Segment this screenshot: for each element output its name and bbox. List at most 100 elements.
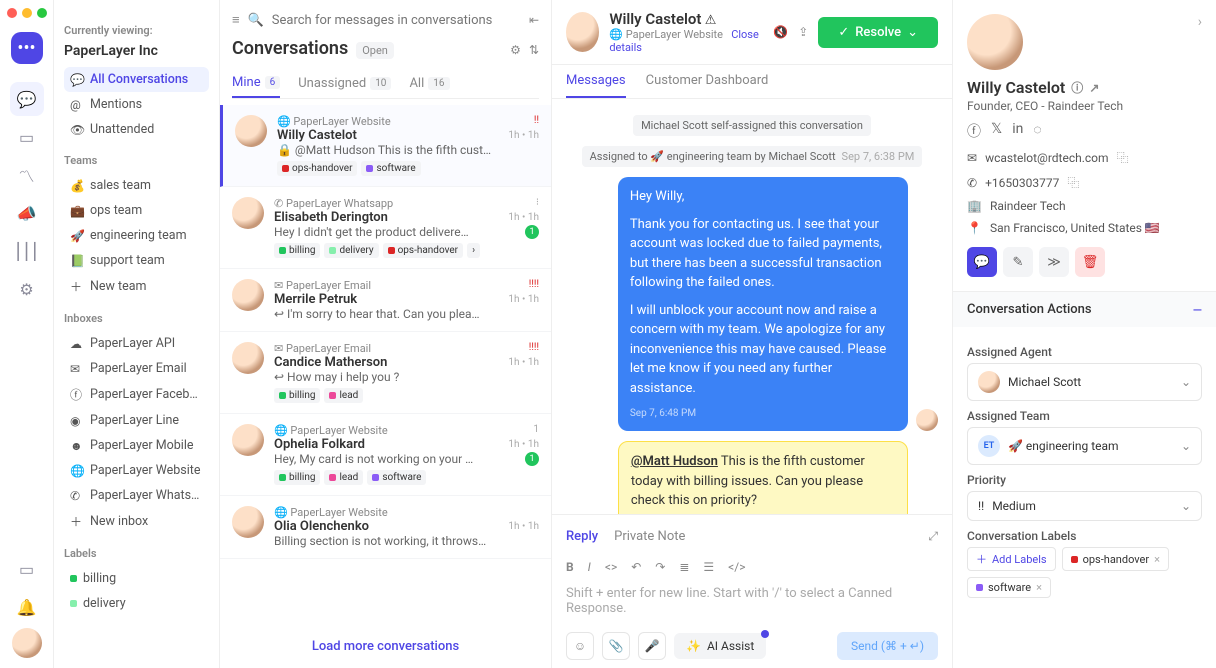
code-icon[interactable]: <>: [605, 560, 617, 574]
tab-customer-dashboard[interactable]: Customer Dashboard: [646, 65, 769, 98]
conversation-item[interactable]: 🌐 PaperLayer Website Olia Olenchenko1h •…: [220, 496, 551, 559]
rail-campaigns-icon[interactable]: 📣: [10, 196, 44, 230]
inbox-item[interactable]: ✉PaperLayer Email: [64, 356, 209, 381]
app-logo[interactable]: •••: [11, 32, 43, 64]
copy-phone-icon[interactable]: ⿻: [1067, 174, 1079, 191]
teams-header: Teams: [64, 154, 209, 167]
attachment-icon[interactable]: 📎: [602, 632, 630, 660]
message-input[interactable]: Shift + enter for new line. Start with '…: [566, 582, 938, 626]
redo-icon[interactable]: ↷: [655, 560, 665, 574]
github-icon[interactable]: ◌: [1033, 121, 1041, 141]
org-name[interactable]: PaperLayer Inc: [64, 43, 209, 59]
italic-icon[interactable]: I: [588, 560, 591, 574]
share-icon[interactable]: ⇪: [798, 25, 808, 39]
embed-icon[interactable]: </>: [728, 560, 745, 574]
audio-icon[interactable]: 🎤: [638, 632, 666, 660]
conversation-item[interactable]: ✆ PaperLayer Whatsapp⁝ Elisabeth Deringt…: [220, 187, 551, 269]
rail-docs-icon[interactable]: ▭: [10, 552, 44, 586]
collapse-icon[interactable]: ⇤: [529, 13, 539, 27]
expand-composer-icon[interactable]: ⤢: [928, 529, 938, 544]
filter-icon[interactable]: ⚙: [510, 43, 521, 57]
tab-messages[interactable]: Messages: [566, 65, 626, 98]
inbox-item[interactable]: ⓕPaperLayer Faceb…: [64, 381, 209, 408]
contact-avatar[interactable]: [566, 12, 599, 52]
conversation-item[interactable]: 🌐 PaperLayer Website‼ Willy Castelot1h •…: [220, 105, 551, 187]
label-delivery[interactable]: delivery: [64, 591, 209, 616]
current-user-avatar[interactable]: [12, 628, 42, 658]
sort-icon[interactable]: ⇅: [529, 43, 539, 57]
company-icon: 🏢: [967, 199, 982, 213]
minimize-window[interactable]: [22, 8, 32, 18]
status-filter[interactable]: Open: [356, 42, 394, 59]
conv-tab-mine[interactable]: Mine6: [232, 69, 280, 98]
linkedin-icon[interactable]: in: [1012, 121, 1023, 141]
email-icon: ✉: [967, 151, 977, 165]
nav-rail: ••• 💬 ▭ 〽 📣 ⎮⎮⎮ ⚙ ▭ 🔔: [0, 0, 54, 668]
rail-notifications-icon[interactable]: 🔔: [10, 590, 44, 624]
conversations-title: Conversations: [232, 38, 348, 59]
assigned-team-select[interactable]: ET🚀 engineering team⌄: [967, 427, 1202, 465]
twitter-icon[interactable]: 𝕏: [991, 121, 1002, 141]
labels-header: Labels: [64, 547, 209, 560]
sidebar-item-unattended[interactable]: 👁Unattended: [64, 117, 209, 142]
rail-library-icon[interactable]: ⎮⎮⎮: [10, 234, 44, 268]
sidebar-item-mentions[interactable]: @Mentions: [64, 92, 209, 117]
merge-contact-button[interactable]: ≫: [1039, 247, 1069, 277]
ol-icon[interactable]: ☰: [703, 560, 714, 574]
conversation-item[interactable]: 🌐 PaperLayer Website1 Ophelia Folkard1h …: [220, 414, 551, 496]
conversation-label[interactable]: ops-handover ×: [1062, 547, 1169, 571]
collapse-section-icon[interactable]: —: [1193, 303, 1202, 317]
new-conversation-button[interactable]: 💬: [967, 247, 997, 277]
add-labels-button[interactable]: ＋ Add Labels: [967, 547, 1056, 571]
mute-icon[interactable]: 🔇: [773, 25, 788, 39]
inbox-item[interactable]: ✆PaperLayer Whats…: [64, 483, 209, 508]
label-billing[interactable]: billing: [64, 566, 209, 591]
self-assign-event: Michael Scott self-assigned this convers…: [633, 115, 871, 136]
send-button[interactable]: Send (⌘ + ↵): [837, 632, 938, 660]
contact-name: Willy Castelot: [609, 10, 701, 28]
edit-contact-button[interactable]: ✎: [1003, 247, 1033, 277]
rail-contacts-icon[interactable]: ▭: [10, 120, 44, 154]
new-inbox-button[interactable]: ＋New inbox: [64, 508, 209, 535]
open-contact-icon[interactable]: ↗: [1089, 81, 1099, 95]
sidebar-item-all-conversations[interactable]: 💬All Conversations: [64, 67, 209, 92]
conversation-item[interactable]: ✉ PaperLayer Email‼‼ Candice Matherson1h…: [220, 332, 551, 414]
team-sales-team[interactable]: 💰sales team: [64, 173, 209, 198]
composer-tab-reply[interactable]: Reply: [566, 523, 598, 550]
emoji-icon[interactable]: ☺: [566, 632, 594, 660]
facebook-icon[interactable]: ⓕ: [967, 121, 981, 141]
ai-assist-button[interactable]: ✨AI Assist: [674, 633, 766, 659]
resolve-button[interactable]: ✓Resolve⌄: [818, 17, 938, 48]
load-more-button[interactable]: Load more conversations: [220, 625, 551, 668]
conv-tab-all[interactable]: All16: [409, 69, 449, 98]
conversation-item[interactable]: ✉ PaperLayer Email‼‼ Merrile Petruk1h • …: [220, 269, 551, 332]
delete-contact-button[interactable]: 🗑: [1075, 247, 1105, 277]
search-input[interactable]: [272, 13, 521, 28]
conv-tab-unassigned[interactable]: Unassigned10: [298, 69, 391, 98]
profile-avatar[interactable]: [967, 14, 1023, 70]
conversation-label[interactable]: software ×: [967, 577, 1051, 598]
team-ops-team[interactable]: 💼ops team: [64, 198, 209, 223]
inbox-item[interactable]: 🌐PaperLayer Website: [64, 458, 209, 483]
composer-tab-private-note[interactable]: Private Note: [614, 523, 685, 550]
collapse-panel-icon[interactable]: ›: [1198, 14, 1202, 30]
rail-settings-icon[interactable]: ⚙: [10, 272, 44, 306]
inbox-item[interactable]: ☁PaperLayer API: [64, 331, 209, 356]
copy-email-icon[interactable]: ⿻: [1117, 149, 1129, 166]
close-window[interactable]: [7, 8, 17, 18]
team-engineering-team[interactable]: 🚀engineering team: [64, 223, 209, 248]
inbox-item[interactable]: ◉PaperLayer Line: [64, 408, 209, 433]
maximize-window[interactable]: [37, 8, 47, 18]
new-team-button[interactable]: ＋New team: [64, 273, 209, 300]
info-icon[interactable]: ⓘ: [1071, 79, 1083, 96]
priority-select[interactable]: ‼Medium⌄: [967, 491, 1202, 521]
inbox-item[interactable]: ☻PaperLayer Mobile: [64, 433, 209, 458]
rail-conversations-icon[interactable]: 💬: [10, 82, 44, 116]
team-support-team[interactable]: 📗support team: [64, 248, 209, 273]
rail-reports-icon[interactable]: 〽: [10, 158, 44, 192]
ul-icon[interactable]: ≣: [679, 560, 689, 574]
undo-icon[interactable]: ↶: [631, 560, 641, 574]
assigned-agent-select[interactable]: Michael Scott⌄: [967, 363, 1202, 401]
bold-icon[interactable]: B: [566, 560, 574, 574]
conversations-column: ≡ 🔍 ⇤ Conversations Open ⚙ ⇅ Mine6Unassi…: [220, 0, 552, 668]
